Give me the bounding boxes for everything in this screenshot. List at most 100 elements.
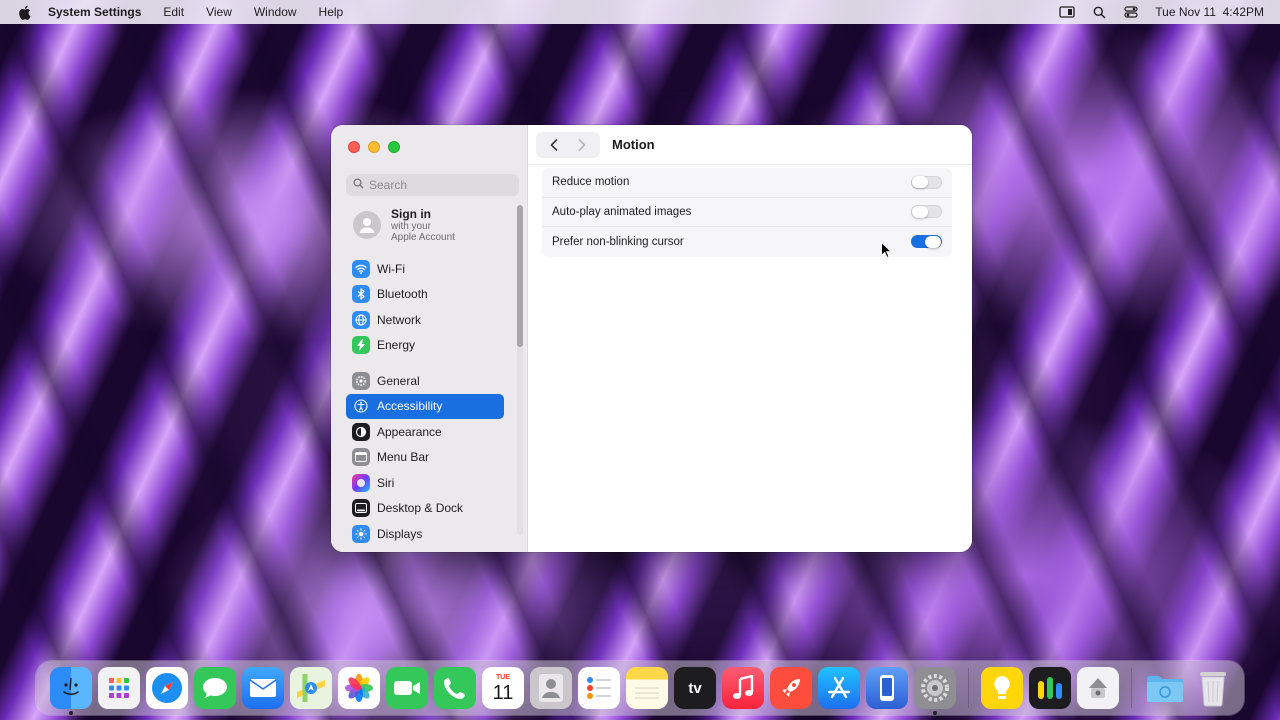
settings-pane: Motion Reduce motion Auto-play animated …	[528, 125, 972, 552]
music-icon[interactable]	[722, 667, 764, 709]
sidebar-item-label: Accessibility	[377, 399, 443, 414]
control-center-icon[interactable]	[1123, 5, 1139, 19]
tips-icon[interactable]	[981, 667, 1023, 709]
close-window-button[interactable]	[348, 141, 360, 153]
zoom-window-button[interactable]	[388, 141, 400, 153]
sidebar-item-label: Energy	[377, 338, 416, 353]
sidebar: Sign in with your Apple Account Wi-Fi Bl…	[331, 125, 528, 552]
globe-icon	[352, 310, 370, 329]
accessibility-icon	[352, 397, 370, 416]
sidebar-item-label: Displays	[377, 526, 423, 541]
search-icon	[353, 178, 364, 192]
setting-row-autoplay: Auto-play animated images	[542, 198, 952, 227]
menu-view[interactable]: View	[195, 5, 243, 19]
window-controls	[348, 141, 400, 153]
messages-icon[interactable]	[194, 667, 236, 709]
gear-icon	[352, 371, 370, 390]
sidebar-item-general[interactable]: General	[346, 368, 504, 394]
rocket-icon[interactable]	[770, 667, 812, 709]
appearance-icon	[352, 422, 370, 441]
setting-label: Auto-play animated images	[552, 205, 692, 218]
mail-icon[interactable]	[242, 667, 284, 709]
bluetooth-icon	[352, 285, 370, 304]
reduce-motion-toggle[interactable]	[911, 175, 942, 189]
app-store-icon[interactable]	[818, 667, 860, 709]
safari-icon[interactable]	[146, 667, 188, 709]
minimize-window-button[interactable]	[368, 141, 380, 153]
sidebar-item-label: Wi-Fi	[377, 261, 405, 276]
sidebar-item-siri[interactable]: Siri	[346, 470, 504, 496]
utility-app-icon[interactable]	[1029, 667, 1071, 709]
trash-icon[interactable]	[1192, 667, 1234, 709]
sidebar-item-displays[interactable]: Displays	[346, 521, 504, 547]
apple-menu-icon[interactable]	[18, 4, 32, 20]
notes-icon[interactable]	[626, 667, 668, 709]
reminders-icon[interactable]	[578, 667, 620, 709]
sidebar-item-label: Network	[377, 312, 422, 327]
sidebar-item-label: General	[377, 373, 420, 388]
avatar	[353, 211, 381, 239]
page-title: Motion	[612, 137, 655, 152]
phone-icon[interactable]	[434, 667, 476, 709]
system-settings-icon[interactable]	[914, 667, 956, 715]
sidebar-scroll-thumb[interactable]	[517, 205, 523, 347]
preview-app-icon[interactable]	[1077, 667, 1119, 709]
screen-mirroring-icon[interactable]	[1059, 5, 1075, 19]
iphone-mirroring-icon[interactable]	[866, 667, 908, 709]
menubar-icon	[352, 448, 370, 467]
menu-app-name[interactable]: System Settings	[48, 5, 152, 19]
calendar-day: 11	[492, 681, 514, 704]
non-blinking-cursor-toggle[interactable]	[911, 235, 942, 249]
dock-separator	[1131, 668, 1132, 708]
launchpad-icon[interactable]	[98, 667, 140, 709]
sidebar-nav: Wi-Fi Bluetooth Network Energy General A…	[346, 256, 504, 547]
bolt-icon	[352, 336, 370, 355]
photos-icon[interactable]	[338, 667, 380, 709]
dock-icon	[352, 499, 370, 518]
contacts-icon[interactable]	[530, 667, 572, 709]
finder-icon[interactable]	[50, 667, 92, 715]
sidebar-item-bluetooth[interactable]: Bluetooth	[346, 282, 504, 308]
setting-label: Reduce motion	[552, 176, 630, 189]
sidebar-search	[346, 174, 519, 196]
menu-help[interactable]: Help	[308, 5, 355, 19]
sidebar-item-appearance[interactable]: Appearance	[346, 419, 504, 445]
search-input[interactable]	[369, 178, 509, 192]
calendar-icon[interactable]: TUE 11	[482, 667, 524, 709]
sidebar-item-label: Bluetooth	[377, 287, 428, 302]
sidebar-item-label: Desktop & Dock	[377, 501, 464, 516]
sidebar-scrollbar[interactable]	[517, 205, 523, 535]
history-nav	[536, 131, 600, 158]
downloads-folder-icon[interactable]	[1144, 667, 1186, 709]
menu-window[interactable]: Window	[243, 5, 308, 19]
menu-clock[interactable]: Tue Nov 11 4:42PM	[1155, 5, 1264, 19]
sidebar-item-desktop-dock[interactable]: Desktop & Dock	[346, 496, 504, 522]
sidebar-item-accessibility[interactable]: Accessibility	[346, 393, 504, 419]
forward-button[interactable]	[568, 133, 596, 157]
sidebar-item-energy[interactable]: Energy	[346, 333, 504, 359]
wifi-icon	[352, 259, 370, 278]
apple-tv-label: tv	[688, 679, 702, 697]
sidebar-item-menu-bar[interactable]: Menu Bar	[346, 445, 504, 471]
maps-icon[interactable]	[290, 667, 332, 709]
calendar-month: TUE	[496, 673, 510, 681]
back-button[interactable]	[540, 133, 568, 157]
facetime-icon[interactable]	[386, 667, 428, 709]
apple-tv-icon[interactable]: tv	[674, 667, 716, 709]
setting-label: Prefer non-blinking cursor	[552, 235, 684, 248]
sidebar-item-label: Menu Bar	[377, 450, 430, 465]
sidebar-item-wifi[interactable]: Wi-Fi	[346, 256, 504, 282]
setting-row-reduce-motion: Reduce motion	[542, 168, 952, 198]
sun-icon	[352, 524, 370, 543]
sign-in-account[interactable]: Sign in with your Apple Account	[353, 207, 455, 243]
autoplay-animated-images-toggle[interactable]	[911, 205, 942, 219]
sign-in-title: Sign in	[391, 207, 431, 221]
sidebar-item-network[interactable]: Network	[346, 307, 504, 333]
menu-edit[interactable]: Edit	[152, 5, 195, 19]
sign-in-subtitle-2: Apple Account	[391, 232, 455, 243]
spotlight-search-icon[interactable]	[1091, 5, 1107, 19]
sidebar-item-label: Appearance	[377, 424, 442, 439]
system-settings-window: Sign in with your Apple Account Wi-Fi Bl…	[331, 125, 972, 552]
pane-toolbar: Motion	[528, 125, 972, 165]
dock: TUE 11 tv	[36, 661, 1244, 715]
